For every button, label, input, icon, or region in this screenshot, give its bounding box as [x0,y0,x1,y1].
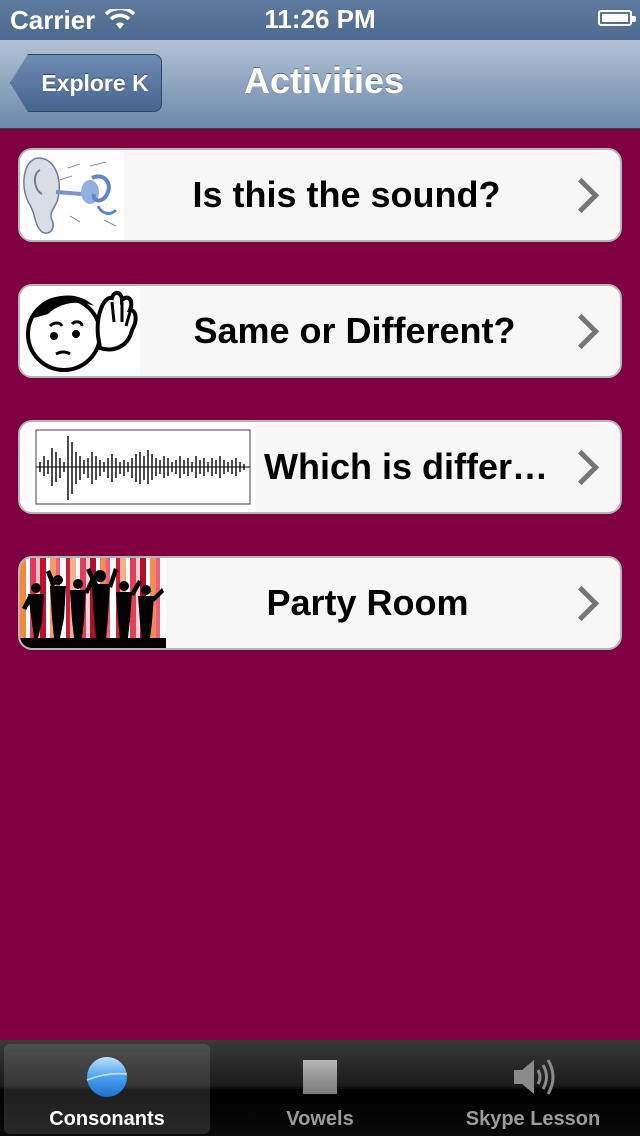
activity-label: Is this the sound? [192,174,501,215]
blue-circle-icon [86,1057,128,1097]
navigation-bar: Explore K Activities [0,40,640,129]
page-title: Activities [243,60,405,101]
activity-label: Same or Different? [193,310,516,351]
waveform-icon [20,422,256,512]
battery-icon [598,10,636,26]
tab-label: Consonants [49,1108,165,1130]
listening-face-icon [20,286,140,376]
chevron-right-icon [563,449,600,485]
tab-skype-lesson[interactable]: Skype Lesson [430,1044,636,1134]
activity-label: Which is differe... [264,446,563,487]
chevron-right-icon [563,585,600,621]
tab-vowels[interactable]: Vowels [217,1044,423,1134]
party-silhouette-icon [20,558,166,648]
tab-bar: Consonants Vowels Skype Lesson [0,1040,640,1136]
speaker-icon [514,1059,555,1095]
status-bar: Carrier 11:26 PM [0,0,640,40]
tab-label: Skype Lesson [465,1108,601,1130]
activity-row-party-room[interactable]: Party Room [18,556,622,650]
chevron-right-icon [563,313,600,349]
tab-label: Vowels [286,1108,354,1130]
activity-row-same-or-different[interactable]: Same or Different? [18,284,622,378]
ear-anatomy-icon [20,150,124,240]
gray-square-icon [303,1060,337,1094]
clock: 11:26 PM [264,4,376,34]
chevron-right-icon [563,177,600,213]
activity-label: Party Room [266,582,469,623]
tab-consonants[interactable]: Consonants [4,1044,210,1134]
activity-row-is-this-the-sound[interactable]: Is this the sound? [18,148,622,242]
activity-row-which-is-different[interactable]: Which is differe... [18,420,622,514]
